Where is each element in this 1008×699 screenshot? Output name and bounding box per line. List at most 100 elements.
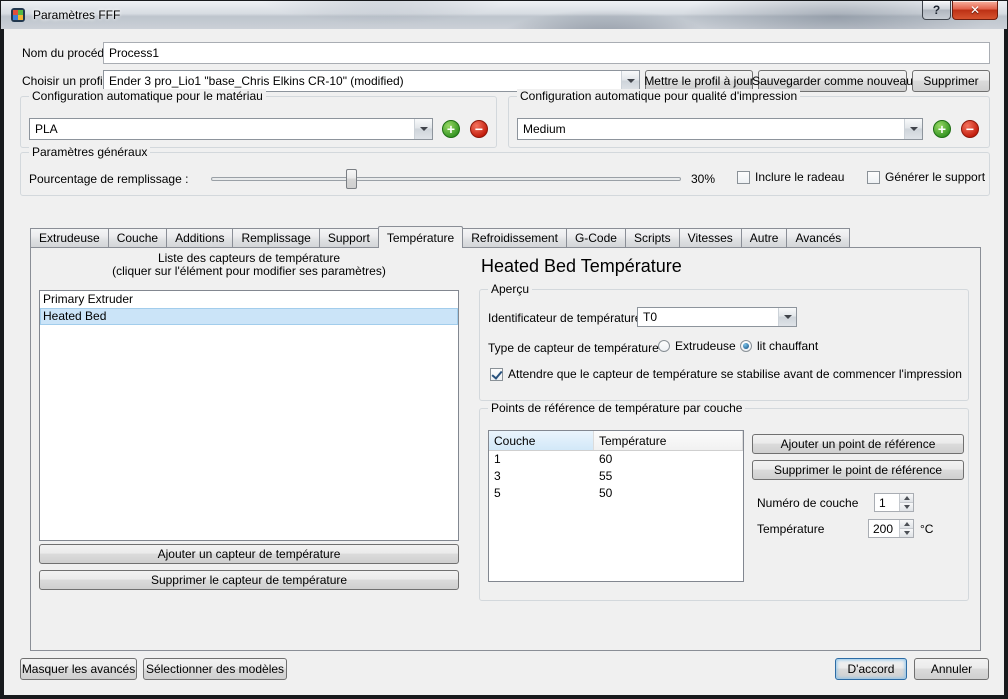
support-label: Générer le support: [885, 170, 986, 184]
titlebar[interactable]: Paramètres FFF ? ✕: [1, 1, 1007, 29]
raft-checkbox[interactable]: [737, 170, 750, 184]
raft-option[interactable]: Inclure le radeau: [737, 170, 844, 184]
spin-up-icon[interactable]: [900, 494, 913, 503]
hide-advanced-button[interactable]: Masquer les avancés: [20, 658, 137, 680]
select-models-button[interactable]: Sélectionner des modèles: [143, 658, 287, 680]
table-row[interactable]: 5 50: [489, 485, 743, 502]
identifier-value: T0: [643, 310, 658, 324]
spin-down-icon[interactable]: [900, 529, 913, 537]
add-setpoint-button[interactable]: Ajouter un point de référence: [752, 434, 964, 454]
infill-slider[interactable]: [211, 169, 681, 189]
sensor-list-subtitle: (cliquer sur l'élément pour modifier ses…: [112, 264, 386, 278]
material-config-title: Configuration automatique pour le matéri…: [29, 89, 266, 103]
help-button[interactable]: ?: [922, 1, 951, 20]
temperature-spinner[interactable]: 200: [868, 519, 914, 538]
tab-gcode[interactable]: G-Code: [565, 228, 626, 247]
list-item[interactable]: Primary Extruder: [40, 291, 458, 308]
spin-down-icon[interactable]: [900, 503, 913, 511]
tab-refroidissement[interactable]: Refroidissement: [462, 228, 567, 247]
help-icon: ?: [932, 3, 941, 17]
chevron-down-icon: [904, 119, 922, 139]
setpoint-table[interactable]: Couche Température 1 60 3 55 5 50: [488, 430, 744, 582]
column-header-layer[interactable]: Couche: [489, 431, 594, 450]
close-button[interactable]: ✕: [952, 1, 998, 20]
support-checkbox[interactable]: [867, 170, 880, 184]
general-settings-title: Paramètres généraux: [29, 145, 151, 159]
tab-temperature[interactable]: Température: [377, 226, 464, 248]
cell-temperature: 60: [599, 452, 613, 466]
spinner-buttons: [899, 520, 913, 537]
setpoints-title: Points de référence de température par c…: [488, 401, 746, 415]
add-quality-button[interactable]: +: [933, 120, 951, 138]
infill-label: Pourcentage de remplissage :: [29, 172, 189, 186]
tab-scripts[interactable]: Scripts: [624, 228, 680, 247]
cancel-button[interactable]: Annuler: [914, 658, 989, 680]
cell-layer: 3: [494, 469, 501, 483]
tab-additions[interactable]: Additions: [166, 228, 234, 247]
cell-temperature: 50: [599, 486, 613, 500]
tab-avances[interactable]: Avancés: [786, 228, 851, 247]
quality-value: Medium: [523, 122, 566, 136]
remove-quality-button[interactable]: −: [961, 120, 979, 138]
temperature-label: Température: [757, 522, 825, 536]
tab-autre[interactable]: Autre: [740, 228, 788, 247]
sensor-type-label: Type de capteur de température :: [488, 341, 666, 355]
wait-stabilize-option[interactable]: Attendre que le capteur de température s…: [490, 367, 962, 381]
process-name-input[interactable]: Process1: [103, 42, 990, 64]
delete-profile-button[interactable]: Supprimer: [912, 70, 990, 92]
general-settings-group: Paramètres généraux Pourcentage de rempl…: [20, 145, 990, 196]
list-item[interactable]: Heated Bed: [40, 308, 458, 325]
temperature-value: 200: [873, 522, 894, 536]
bed-radio-option[interactable]: lit chauffant: [740, 339, 818, 353]
chevron-down-icon: [621, 71, 639, 91]
layer-number-spinner[interactable]: 1: [874, 493, 914, 512]
fff-settings-window: Paramètres FFF ? ✕ Nom du procédé : Proc…: [0, 0, 1008, 699]
minus-icon: −: [965, 121, 975, 137]
spin-up-icon[interactable]: [900, 520, 913, 529]
identifier-label: Identificateur de température: [488, 311, 642, 325]
column-header-temperature[interactable]: Température: [594, 431, 743, 450]
table-row[interactable]: 1 60: [489, 451, 743, 468]
temperature-sensor-list[interactable]: Primary Extruder Heated Bed: [39, 290, 459, 541]
ok-button[interactable]: D'accord: [835, 658, 907, 680]
remove-sensor-button[interactable]: Supprimer le capteur de température: [39, 570, 459, 590]
layer-number-label: Numéro de couche: [757, 496, 859, 510]
tab-vitesses[interactable]: Vitesses: [678, 228, 742, 247]
overview-group: Aperçu Identificateur de température T0 …: [479, 282, 969, 401]
material-select[interactable]: PLA: [29, 118, 433, 140]
extruder-radio-option[interactable]: Extrudeuse: [658, 339, 736, 353]
add-material-button[interactable]: +: [442, 120, 460, 138]
temperature-tab-panel: Liste des capteurs de température (cliqu…: [30, 247, 981, 651]
cell-layer: 1: [494, 452, 501, 466]
remove-material-button[interactable]: −: [470, 120, 488, 138]
add-sensor-button[interactable]: Ajouter un capteur de température: [39, 544, 459, 564]
bed-radio[interactable]: [740, 340, 752, 352]
extruder-radio-label: Extrudeuse: [675, 339, 736, 353]
close-icon: ✕: [969, 3, 981, 17]
app-icon: [10, 7, 26, 23]
support-option[interactable]: Générer le support: [867, 170, 985, 184]
plus-icon: +: [937, 121, 947, 137]
identifier-select[interactable]: T0: [637, 307, 797, 327]
material-config-group: Configuration automatique pour le matéri…: [20, 89, 497, 148]
quality-select[interactable]: Medium: [517, 118, 923, 140]
extruder-radio[interactable]: [658, 340, 670, 352]
wait-stabilize-checkbox[interactable]: [490, 367, 503, 381]
infill-slider-thumb[interactable]: [346, 169, 358, 189]
quality-config-title: Configuration automatique pour qualité d…: [517, 89, 801, 103]
tab-support[interactable]: Support: [318, 228, 379, 247]
tab-extrudeuse[interactable]: Extrudeuse: [30, 228, 109, 247]
profile-value: Ender 3 pro_Lio1 "base_Chris Elkins CR-1…: [109, 74, 404, 88]
bed-radio-label: lit chauffant: [757, 339, 819, 353]
chevron-down-icon: [414, 119, 432, 139]
chevron-down-icon: [778, 308, 796, 326]
setpoints-group: Points de référence de température par c…: [479, 401, 969, 601]
remove-setpoint-button[interactable]: Supprimer le point de référence: [752, 460, 964, 480]
table-row[interactable]: 3 55: [489, 468, 743, 485]
tab-couche[interactable]: Couche: [107, 228, 168, 247]
caption-buttons: ? ✕: [922, 1, 998, 20]
layer-number-value: 1: [879, 496, 886, 510]
profile-label: Choisir un profil :: [22, 74, 113, 88]
cell-temperature: 55: [599, 469, 613, 483]
tab-remplissage[interactable]: Remplissage: [232, 228, 320, 247]
